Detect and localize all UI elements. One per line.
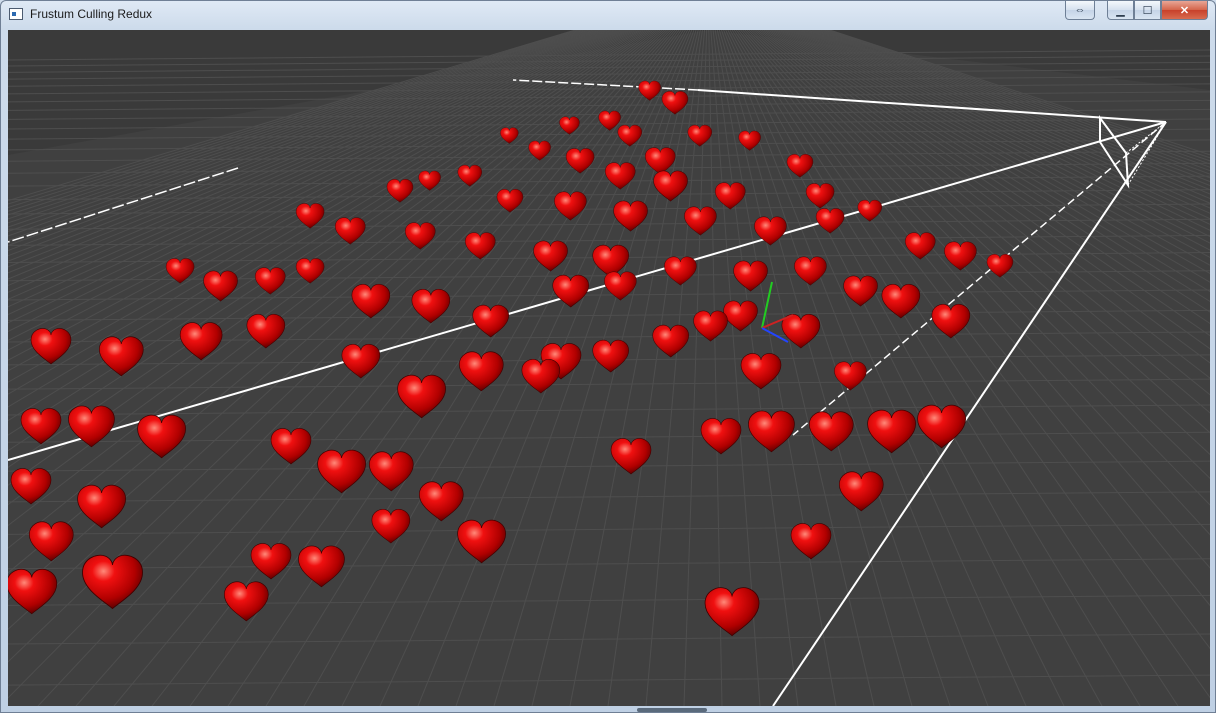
close-button[interactable]: ✕ <box>1161 1 1208 20</box>
minimize-button[interactable]: ▁ <box>1107 1 1134 20</box>
scene-canvas[interactable] <box>8 30 1210 706</box>
app-window: Frustum Culling Redux ⇔ ▁ ☐ ✕ <box>0 0 1216 713</box>
maximize-button[interactable]: ☐ <box>1134 1 1161 20</box>
window-title: Frustum Culling Redux <box>30 7 153 21</box>
title-bar[interactable]: Frustum Culling Redux ⇔ ▁ ☐ ✕ <box>1 1 1215 29</box>
snap-button[interactable]: ⇔ <box>1065 1 1095 20</box>
app-window-icon[interactable] <box>9 8 23 20</box>
render-viewport[interactable] <box>8 30 1210 706</box>
resize-grip[interactable] <box>637 708 707 712</box>
